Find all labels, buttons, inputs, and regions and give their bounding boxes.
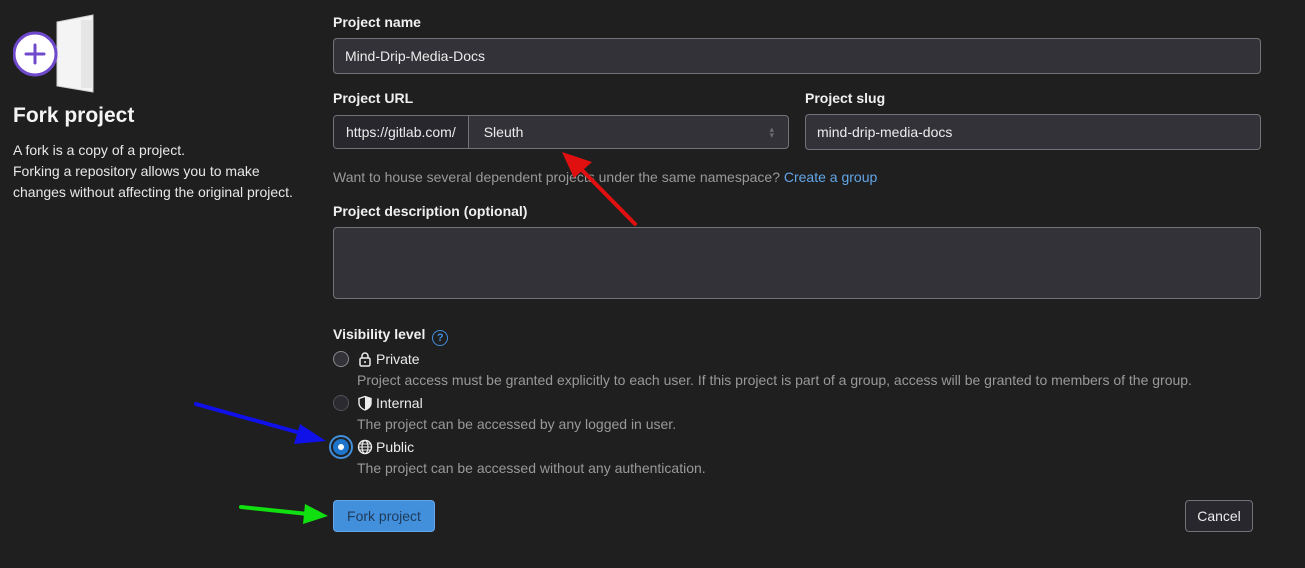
project-description-label: Project description (optional) (333, 203, 528, 219)
public-label: Public (376, 439, 415, 455)
project-url-group: https://gitlab.com/ Sleuth ▴ ▾ (333, 115, 789, 149)
visibility-option-private[interactable]: Private (333, 351, 420, 367)
internal-description: The project can be accessed by any logge… (357, 416, 677, 432)
internal-label: Internal (376, 395, 423, 411)
sidebar-description: A fork is a copy of a project. Forking a… (13, 140, 303, 203)
page-title: Fork project (13, 104, 135, 127)
namespace-select[interactable]: Sleuth ▴ ▾ (469, 116, 788, 148)
fork-illustration-icon (12, 14, 94, 93)
visibility-level-heading: Visibility level ? (333, 326, 449, 346)
project-description-textarea[interactable] (333, 227, 1261, 299)
visibility-option-internal[interactable]: Internal (333, 395, 423, 411)
fork-project-button[interactable]: Fork project (333, 500, 435, 532)
namespace-select-value: Sleuth (483, 124, 524, 140)
visibility-level-label: Visibility level (333, 326, 426, 342)
visibility-option-public[interactable]: Public (333, 439, 414, 455)
namespace-help-text: Want to house several dependent projects… (333, 169, 780, 185)
private-label: Private (376, 351, 420, 367)
shield-icon (357, 395, 373, 411)
red-arrow-annotation (562, 152, 637, 226)
private-radio[interactable] (333, 351, 349, 367)
project-slug-input[interactable]: mind-drip-media-docs (805, 114, 1261, 150)
internal-radio[interactable] (333, 395, 349, 411)
public-radio[interactable] (333, 439, 349, 455)
project-slug-label: Project slug (805, 90, 886, 106)
help-icon[interactable]: ? (432, 330, 449, 346)
project-url-label: Project URL (333, 90, 414, 106)
url-prefix: https://gitlab.com/ (334, 116, 469, 148)
lock-icon (357, 351, 373, 367)
sidebar: Fork project A fork is a copy of a proje… (12, 12, 303, 203)
globe-icon (357, 439, 373, 455)
green-arrow-annotation (239, 504, 328, 524)
public-description: The project can be accessed without any … (357, 460, 706, 476)
namespace-help: Want to house several dependent projects… (333, 169, 877, 185)
create-group-link[interactable]: Create a group (784, 169, 877, 185)
project-name-input[interactable]: Mind-Drip-Media-Docs (333, 38, 1261, 74)
select-caret-icon: ▴ ▾ (769, 124, 774, 140)
project-name-label: Project name (333, 14, 421, 30)
cancel-button[interactable]: Cancel (1185, 500, 1253, 532)
fork-project-illustration (12, 12, 97, 96)
sidebar-description-line1: A fork is a copy of a project. (13, 142, 185, 158)
sidebar-description-line2: Forking a repository allows you to make … (13, 163, 293, 200)
private-description: Project access must be granted explicitl… (357, 372, 1192, 388)
blue-arrow-annotation (194, 402, 326, 444)
